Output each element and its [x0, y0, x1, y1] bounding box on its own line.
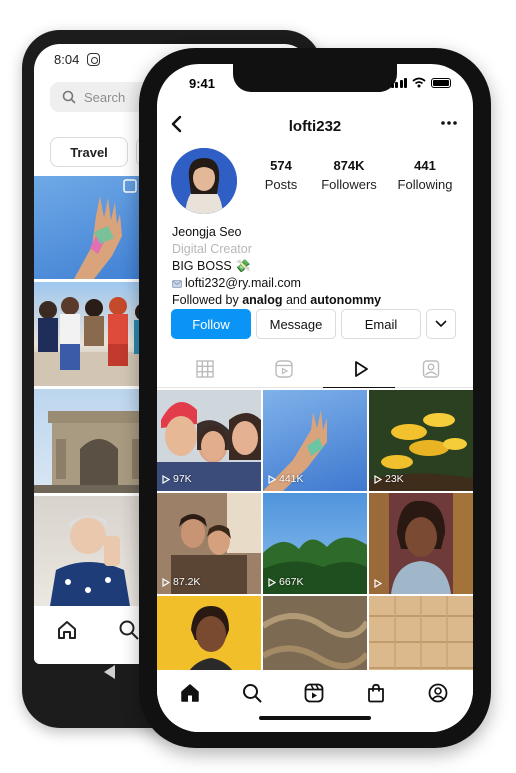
reel-view-count: 441K: [279, 473, 304, 485]
active-tab-indicator: [323, 386, 395, 388]
nav-shop[interactable]: [365, 682, 387, 704]
instagram-icon: [87, 53, 101, 66]
avatar-image: [171, 148, 237, 214]
tagged-icon: [422, 360, 439, 378]
reel-views: 87.2K: [162, 576, 200, 588]
search-icon: [62, 90, 76, 104]
reel-views: [374, 579, 385, 588]
profile-bio: Jeongja Seo Digital Creator BIG BOSS 💸 l…: [172, 224, 462, 309]
profile-icon: [428, 683, 448, 703]
profile-tabs: [157, 354, 473, 388]
followers-stat[interactable]: 874K Followers: [319, 158, 379, 192]
reels-tab-icon: [274, 360, 293, 378]
home-icon[interactable]: [56, 619, 78, 641]
shop-icon: [368, 683, 384, 703]
reel-views: 667K: [268, 576, 304, 588]
more-options-icon[interactable]: [441, 121, 457, 125]
reel-views: 23K: [374, 473, 404, 485]
follow-button[interactable]: Follow: [171, 309, 251, 339]
followed-by-line: Followed by analog and autonommy: [172, 292, 462, 309]
grid-icon: [195, 360, 214, 378]
iphone-screen: 9:41 lofti232 574 Posts 874K Followers 4…: [157, 64, 473, 732]
reel-thumbnail[interactable]: [369, 493, 473, 594]
bio-text: BIG BOSS 💸: [172, 259, 251, 273]
reel-view-count: 87.2K: [173, 576, 201, 588]
android-back-icon[interactable]: [104, 665, 115, 679]
avatar[interactable]: [171, 148, 237, 214]
following-stat[interactable]: 441 Following: [395, 158, 455, 192]
reel-thumbnail[interactable]: 441K: [263, 390, 367, 491]
chevron-down-icon: [435, 320, 447, 328]
play-icon: [268, 474, 276, 484]
message-button[interactable]: Message: [256, 309, 336, 339]
followers-label: Followers: [321, 177, 377, 192]
tab-reels[interactable]: [244, 360, 323, 378]
tab-posts[interactable]: [165, 360, 244, 378]
reel-views: 441K: [268, 473, 304, 485]
followed-by-prefix: Followed by: [172, 293, 243, 307]
email-button[interactable]: Email: [341, 309, 421, 339]
suggested-accounts-button[interactable]: [426, 309, 456, 339]
following-count: 441: [414, 158, 436, 173]
play-icon: [374, 579, 382, 588]
travel-chip[interactable]: Travel: [50, 137, 128, 167]
status-icons: [390, 77, 451, 88]
full-name: Jeongja Seo: [172, 225, 242, 239]
reel-view-count: 667K: [279, 576, 304, 588]
reel-view-count: 23K: [385, 473, 404, 485]
followed-by-and: and: [282, 293, 311, 307]
profile-header: lofti232: [157, 112, 473, 142]
reels-icon: [304, 683, 324, 703]
nav-home[interactable]: [179, 682, 201, 704]
status-time: 9:41: [189, 76, 216, 91]
search-icon: [243, 684, 262, 703]
home-icon: [181, 684, 199, 702]
reel-thumbnail[interactable]: 23K: [369, 390, 473, 491]
home-indicator[interactable]: [259, 716, 371, 720]
play-icon: [162, 577, 170, 587]
wifi-icon: [412, 77, 426, 88]
reels-grid: 97K 441K 23K 87.2K 667K: [157, 390, 473, 697]
android-search-placeholder: Search: [84, 89, 126, 105]
followed-by-user-2[interactable]: autonommy: [310, 293, 381, 307]
reel-view-count: 97K: [173, 473, 192, 485]
nav-search[interactable]: [241, 682, 263, 704]
reel-thumbnail[interactable]: 87.2K: [157, 493, 261, 594]
profile-actions: Follow Message Email: [171, 309, 456, 339]
following-label: Following: [397, 177, 453, 192]
battery-icon: [431, 78, 451, 88]
reel-thumbnail[interactable]: 667K: [263, 493, 367, 594]
notch: [233, 64, 397, 92]
envelope-icon: [172, 279, 182, 288]
followed-by-user-1[interactable]: analog: [242, 293, 282, 307]
posts-stat[interactable]: 574 Posts: [261, 158, 301, 192]
profile-username: lofti232: [288, 118, 342, 135]
nav-profile[interactable]: [427, 682, 449, 704]
signal-icon: [390, 78, 407, 88]
search-icon[interactable]: [118, 619, 140, 641]
play-icon: [354, 361, 368, 377]
android-time: 8:04: [54, 52, 80, 67]
posts-count: 574: [270, 158, 292, 173]
play-icon: [374, 474, 382, 484]
tab-videos[interactable]: [321, 360, 400, 378]
play-icon: [162, 474, 170, 484]
iphone: 9:41 lofti232 574 Posts 874K Followers 4…: [139, 48, 491, 748]
reel-views: 97K: [162, 473, 192, 485]
email-text: lofti232@ry.mail.com: [185, 276, 301, 290]
nav-reels[interactable]: [303, 682, 325, 704]
posts-label: Posts: [264, 177, 298, 192]
tab-tagged[interactable]: [391, 360, 470, 378]
play-icon: [268, 577, 276, 587]
category-label: Digital Creator: [172, 242, 252, 256]
reel-thumbnail[interactable]: 97K: [157, 390, 261, 491]
email-line[interactable]: lofti232@ry.mail.com: [172, 275, 462, 292]
bottom-nav: [157, 670, 473, 732]
followers-count: 874K: [333, 158, 365, 173]
android-status-bar: 8:04: [54, 52, 101, 67]
